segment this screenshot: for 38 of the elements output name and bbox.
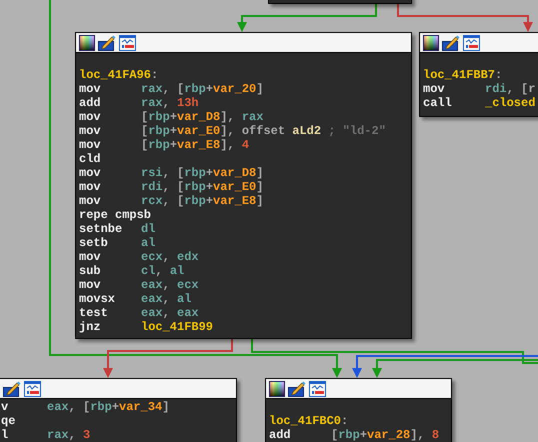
graph-icon[interactable] xyxy=(24,380,41,396)
code-label: loc_41FA96: xyxy=(79,68,160,82)
code-line: mov rdi, [rbp+var_E0] xyxy=(79,180,264,194)
code-line: mov [rbp+var_E0], offset aLd2 ; "ld-2" xyxy=(79,124,387,138)
graph-icon[interactable] xyxy=(463,34,480,50)
code-line: mov rcx, [rbp+var_E8] xyxy=(79,194,264,208)
palette-icon[interactable] xyxy=(79,34,95,50)
code-line: mov eax, ecx xyxy=(79,278,200,292)
code-line: mov rdi, [r xyxy=(423,82,536,96)
code-line: add [rbp+var_28], 8 xyxy=(269,428,440,442)
code-label: loc_41FBB7: xyxy=(423,68,504,82)
palette-icon[interactable] xyxy=(423,34,439,50)
code-line: setb al xyxy=(79,236,156,250)
code-line: jnz loc_41FB99 xyxy=(79,320,214,334)
code-line: movsx eax, al xyxy=(79,292,192,306)
code-line: repe cmpsb xyxy=(79,208,152,222)
code-line: mov ecx, edx xyxy=(79,250,200,264)
code-label: loc_41FBC0: xyxy=(269,414,350,428)
code-line: v eax, [rbp+var_34] xyxy=(1,400,170,414)
edit-icon[interactable] xyxy=(98,34,116,50)
code-line: test eax, eax xyxy=(79,306,200,320)
code-line: setnbe dl xyxy=(79,222,156,236)
graph-icon[interactable] xyxy=(309,380,326,396)
code-line: l rax, 3 xyxy=(1,428,92,442)
code-line: cld xyxy=(79,152,102,166)
palette-icon[interactable] xyxy=(269,380,285,396)
graph-icon[interactable] xyxy=(119,34,136,50)
code-line: add rax, 13h xyxy=(79,96,200,110)
code-line: mov [rbp+var_D8], rax xyxy=(79,110,264,124)
code-line: qe xyxy=(1,414,16,428)
edit-icon[interactable] xyxy=(442,34,460,50)
code-line: mov rsi, [rbp+var_D8] xyxy=(79,166,264,180)
code-line: sub cl, al xyxy=(79,264,186,278)
code-line: mov [rbp+var_E8], 4 xyxy=(79,138,250,152)
code-line: mov rax, [rbp+var_20] xyxy=(79,82,264,96)
code-line: call _closed xyxy=(423,96,536,110)
edit-icon[interactable] xyxy=(3,380,21,396)
edit-icon[interactable] xyxy=(288,380,306,396)
